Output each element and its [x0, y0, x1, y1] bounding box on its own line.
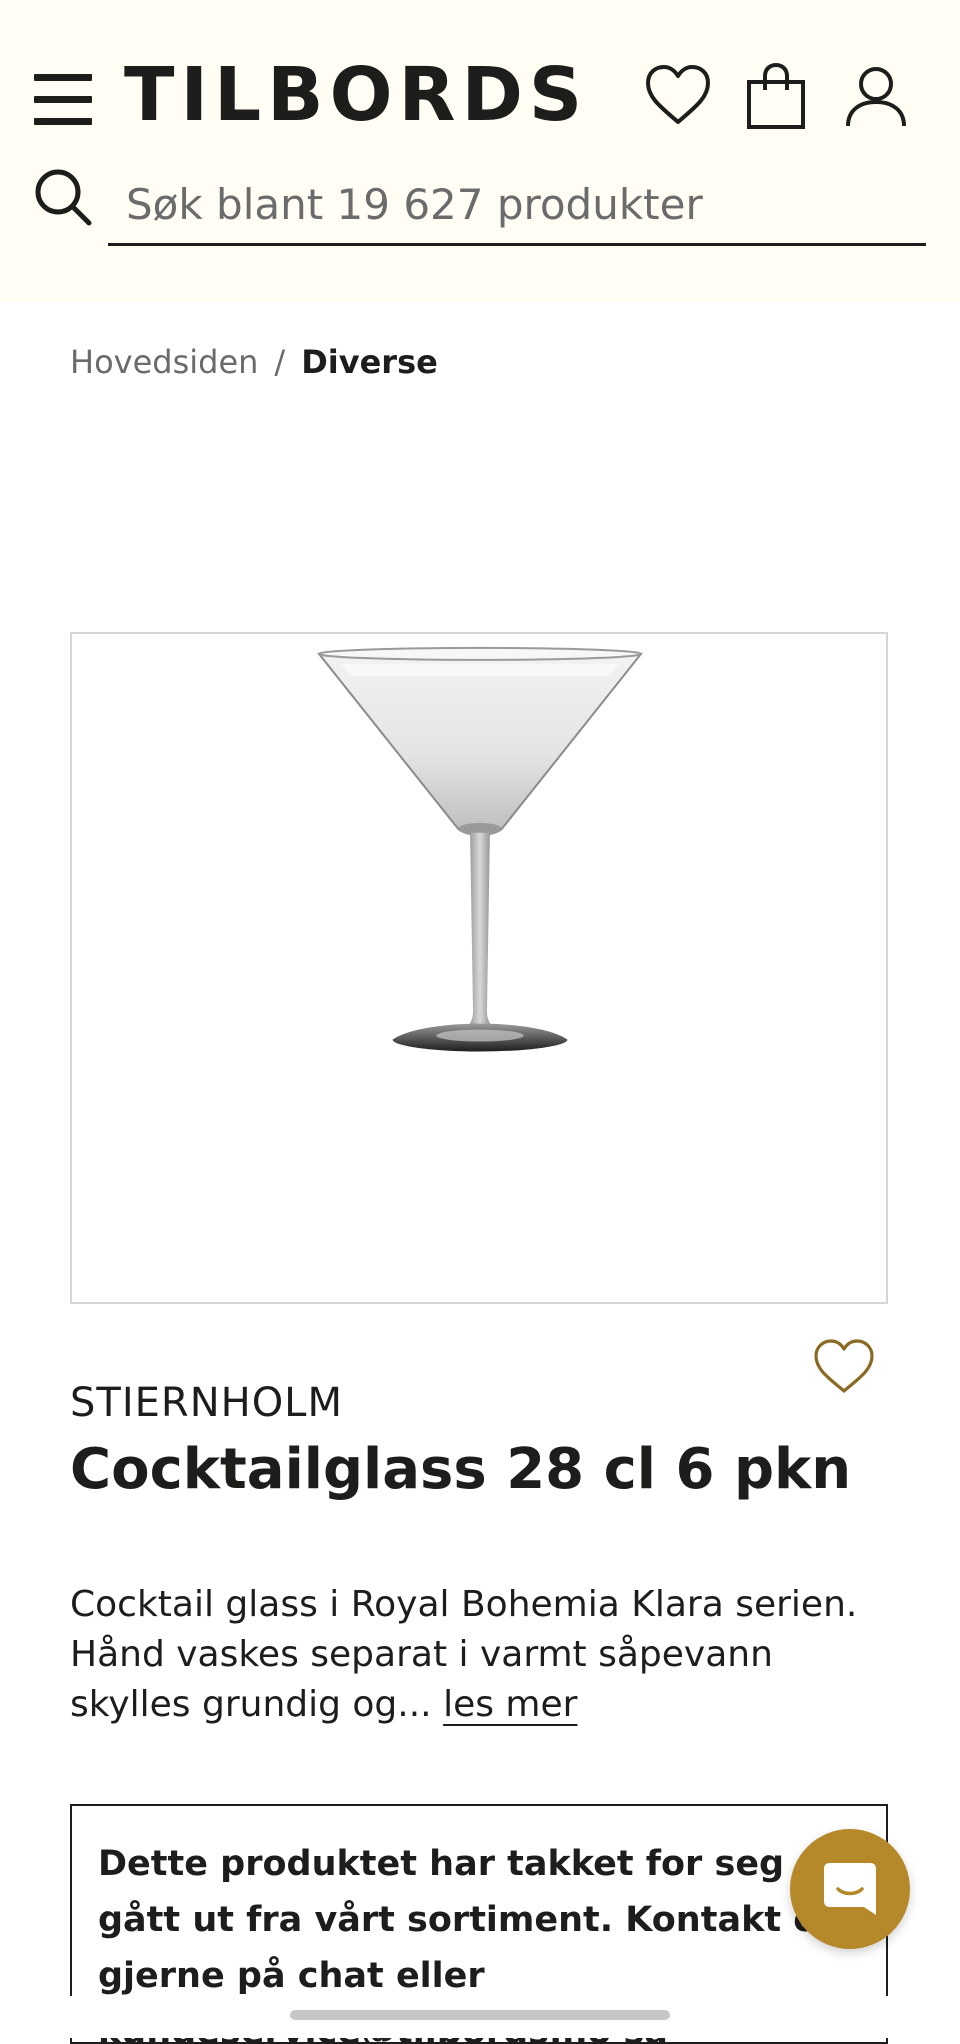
search-input[interactable]	[108, 166, 926, 246]
chat-bubble-icon	[824, 1863, 876, 1915]
product-description: Cocktail glass i Royal Bohemia Klara ser…	[70, 1580, 900, 1730]
product-title: Cocktailglass 28 cl 6 pkn	[70, 1437, 852, 1502]
home-indicator[interactable]	[290, 2010, 670, 2020]
breadcrumb-item-current[interactable]: Diverse	[301, 343, 438, 381]
read-more-link[interactable]: les mer	[443, 1684, 577, 1725]
search-icon[interactable]	[32, 166, 94, 228]
site-logo[interactable]: TILBORDS	[124, 50, 588, 140]
cocktail-glass-image	[316, 646, 644, 1052]
breadcrumb: Hovedsiden / Diverse	[70, 338, 438, 386]
wishlist-heart-icon[interactable]	[812, 1336, 876, 1396]
chat-button[interactable]	[790, 1829, 910, 1949]
breadcrumb-separator: /	[274, 343, 286, 381]
shopping-bag-icon[interactable]	[740, 60, 812, 132]
product-image[interactable]	[70, 632, 888, 1304]
product-brand[interactable]: STIERNHOLM	[70, 1376, 343, 1430]
breadcrumb-item-home[interactable]: Hovedsiden	[70, 343, 258, 381]
site-header: TILBORDS	[0, 0, 960, 302]
user-icon[interactable]	[840, 60, 912, 132]
heart-icon[interactable]	[642, 60, 714, 132]
hamburger-menu-icon[interactable]	[34, 74, 92, 126]
